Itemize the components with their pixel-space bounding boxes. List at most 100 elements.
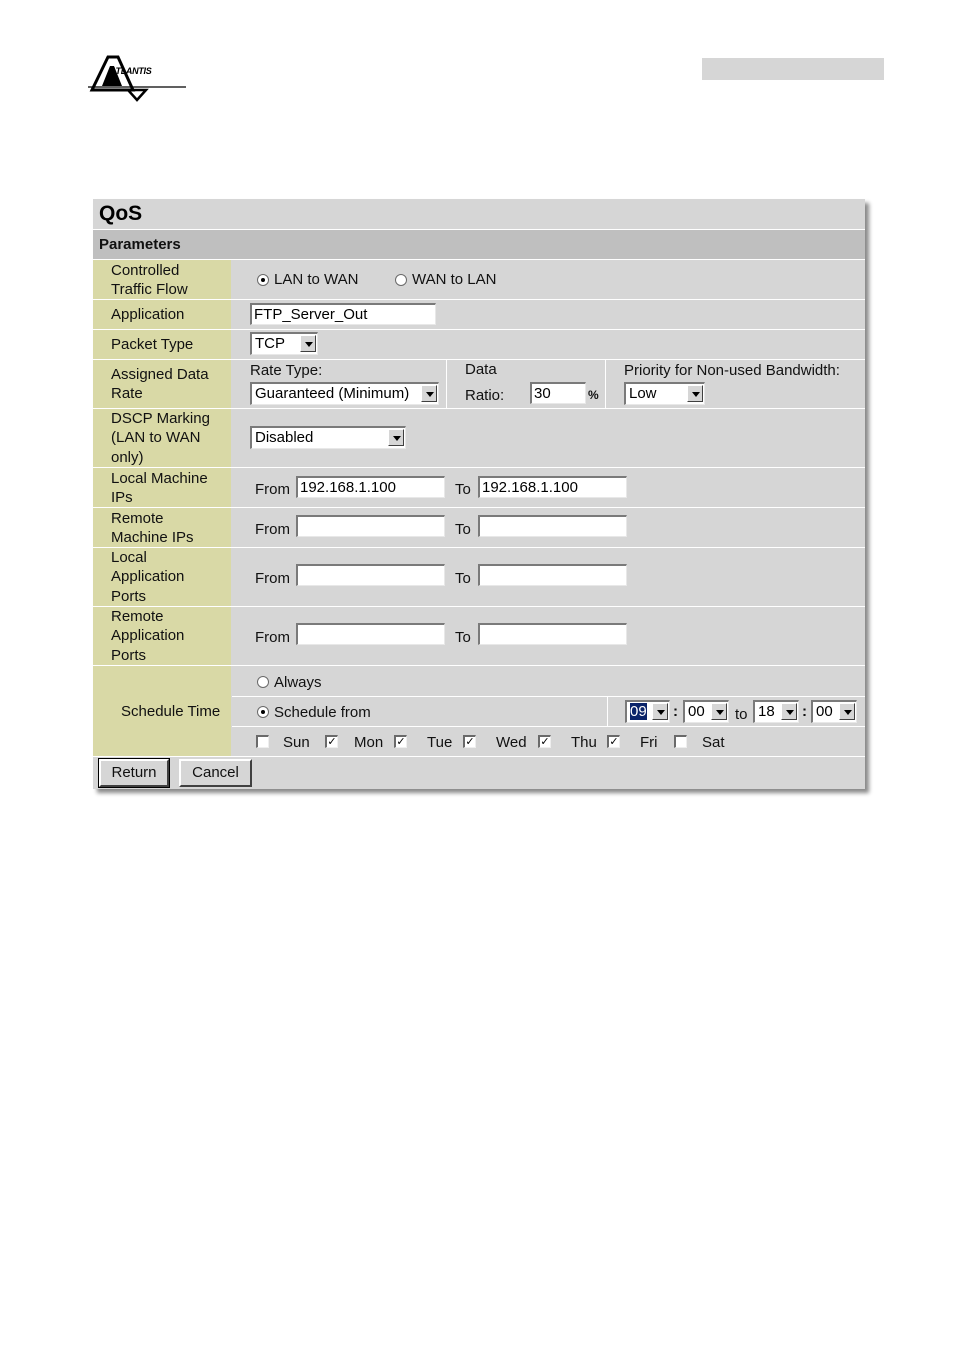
chevron-down-icon xyxy=(652,703,668,720)
time-colon: : xyxy=(802,703,807,720)
to-label: To xyxy=(455,570,471,587)
priority-select[interactable]: Low xyxy=(624,382,705,405)
label-remote-application-ports: Remote Application Ports xyxy=(93,607,231,665)
checkbox-fri-label: Fri xyxy=(640,734,658,751)
radio-always[interactable] xyxy=(257,676,269,688)
local-application-ports-cell: From To xyxy=(232,548,865,606)
local-machine-ips-cell: From 192.168.1.100 To 192.168.1.100 xyxy=(232,468,865,507)
checkbox-sun-label: Sun xyxy=(283,734,310,751)
ratio-label: Ratio: xyxy=(465,387,505,404)
page-title: QoS xyxy=(99,202,143,225)
radio-always-label: Always xyxy=(274,674,322,691)
cell-divider xyxy=(605,360,606,408)
checkbox-wed-label: Wed xyxy=(496,734,527,751)
rate-type-label: Rate Type: xyxy=(250,362,323,379)
label-assigned-data-rate: Assigned Data Rate xyxy=(93,360,231,408)
sub-divider xyxy=(232,726,865,727)
local-ip-from-input[interactable]: 192.168.1.100 xyxy=(296,476,445,498)
checkbox-tue-label: Tue xyxy=(427,734,453,751)
chevron-down-icon xyxy=(421,385,437,402)
priority-label: Priority for Non-used Bandwidth: xyxy=(624,362,840,379)
from-label: From xyxy=(255,481,290,498)
time-colon: : xyxy=(673,703,678,720)
chevron-down-icon xyxy=(711,703,727,720)
cell-divider xyxy=(607,697,608,726)
checkbox-mon[interactable]: ✓ xyxy=(325,735,338,748)
ratio-input[interactable]: 30 xyxy=(530,382,586,404)
row-divider xyxy=(93,756,865,757)
radio-schedule-from-label: Schedule from xyxy=(274,704,371,721)
label-schedule-time: Schedule Time xyxy=(93,666,231,756)
radio-wan-to-lan[interactable] xyxy=(395,274,407,286)
section-header: Parameters xyxy=(93,230,865,260)
radio-lan-to-wan[interactable] xyxy=(257,274,269,286)
checkbox-fri[interactable]: ✓ xyxy=(607,735,620,748)
label-application: Application xyxy=(93,300,231,329)
chevron-down-icon xyxy=(388,429,404,446)
label-remote-machine-ips: Remote Machine IPs xyxy=(93,508,231,547)
chevron-down-icon xyxy=(300,335,316,352)
cell-divider xyxy=(446,360,447,408)
checkbox-thu-label: Thu xyxy=(571,734,597,751)
packet-type-cell: TCP xyxy=(232,330,865,359)
to-label: To xyxy=(455,629,471,646)
from-label: From xyxy=(255,629,290,646)
data-label: Data xyxy=(465,361,497,378)
remote-ip-to-input[interactable] xyxy=(478,515,627,537)
header-bar xyxy=(702,58,884,80)
start-hour-select[interactable]: 09 xyxy=(625,700,670,723)
checkbox-thu[interactable]: ✓ xyxy=(538,735,551,748)
section-title: Parameters xyxy=(99,236,181,253)
label-controlled-traffic-flow: Controlled Traffic Flow xyxy=(93,260,231,299)
radio-lan-to-wan-label: LAN to WAN xyxy=(274,271,359,288)
from-label: From xyxy=(255,570,290,587)
end-hour-select[interactable]: 18 xyxy=(753,700,799,723)
label-local-application-ports: Local Application Ports xyxy=(93,548,231,606)
assigned-data-rate-cell: Rate Type: Guaranteed (Minimum) Data Rat… xyxy=(232,360,865,408)
checkbox-tue[interactable]: ✓ xyxy=(394,735,407,748)
sub-divider xyxy=(232,696,865,697)
atlantis-logo xyxy=(88,55,186,102)
application-input[interactable]: FTP_Server_Out xyxy=(250,303,436,325)
rate-type-select[interactable]: Guaranteed (Minimum) xyxy=(250,382,439,405)
remote-port-to-input[interactable] xyxy=(478,623,627,645)
label-local-machine-ips: Local Machine IPs xyxy=(93,468,231,507)
schedule-cell: Always Schedule from 09 : 00 to 18 : 00 … xyxy=(232,666,865,756)
remote-port-from-input[interactable] xyxy=(296,623,445,645)
remote-machine-ips-cell: From To xyxy=(232,508,865,547)
radio-schedule-from[interactable] xyxy=(257,706,269,718)
dscp-marking-select[interactable]: Disabled xyxy=(250,426,406,449)
logo-text: ATLANTIS xyxy=(110,66,152,76)
checkbox-wed[interactable]: ✓ xyxy=(463,735,476,748)
to-label: to xyxy=(735,706,748,723)
from-label: From xyxy=(255,521,290,538)
to-label: To xyxy=(455,521,471,538)
radio-wan-to-lan-label: WAN to LAN xyxy=(412,271,497,288)
end-minute-select[interactable]: 00 xyxy=(811,700,857,723)
dscp-marking-cell: Disabled xyxy=(232,409,865,467)
local-port-to-input[interactable] xyxy=(478,564,627,586)
page-title-bar: QoS xyxy=(93,199,865,230)
packet-type-select[interactable]: TCP xyxy=(250,332,318,355)
checkbox-sat[interactable] xyxy=(674,735,687,748)
application-cell: FTP_Server_Out xyxy=(232,300,865,329)
to-label: To xyxy=(455,481,471,498)
checkbox-sat-label: Sat xyxy=(702,734,725,751)
chevron-down-icon xyxy=(839,703,855,720)
checkbox-mon-label: Mon xyxy=(354,734,384,751)
chevron-down-icon xyxy=(687,385,703,402)
local-ip-to-input[interactable]: 192.168.1.100 xyxy=(478,476,627,498)
return-button[interactable]: Return xyxy=(98,758,170,788)
qos-panel: QoS Parameters Controlled Traffic Flow L… xyxy=(93,199,865,789)
chevron-down-icon xyxy=(781,703,797,720)
remote-ip-from-input[interactable] xyxy=(296,515,445,537)
checkbox-sun[interactable] xyxy=(256,735,269,748)
remote-application-ports-cell: From To xyxy=(232,607,865,665)
start-minute-select[interactable]: 00 xyxy=(683,700,729,723)
ratio-unit: % xyxy=(588,388,599,402)
label-packet-type: Packet Type xyxy=(93,330,231,359)
cancel-button[interactable]: Cancel xyxy=(179,759,252,787)
local-port-from-input[interactable] xyxy=(296,564,445,586)
traffic-flow-options: LAN to WAN WAN to LAN xyxy=(232,260,865,299)
label-dscp-marking: DSCP Marking (LAN to WAN only) xyxy=(93,409,231,467)
